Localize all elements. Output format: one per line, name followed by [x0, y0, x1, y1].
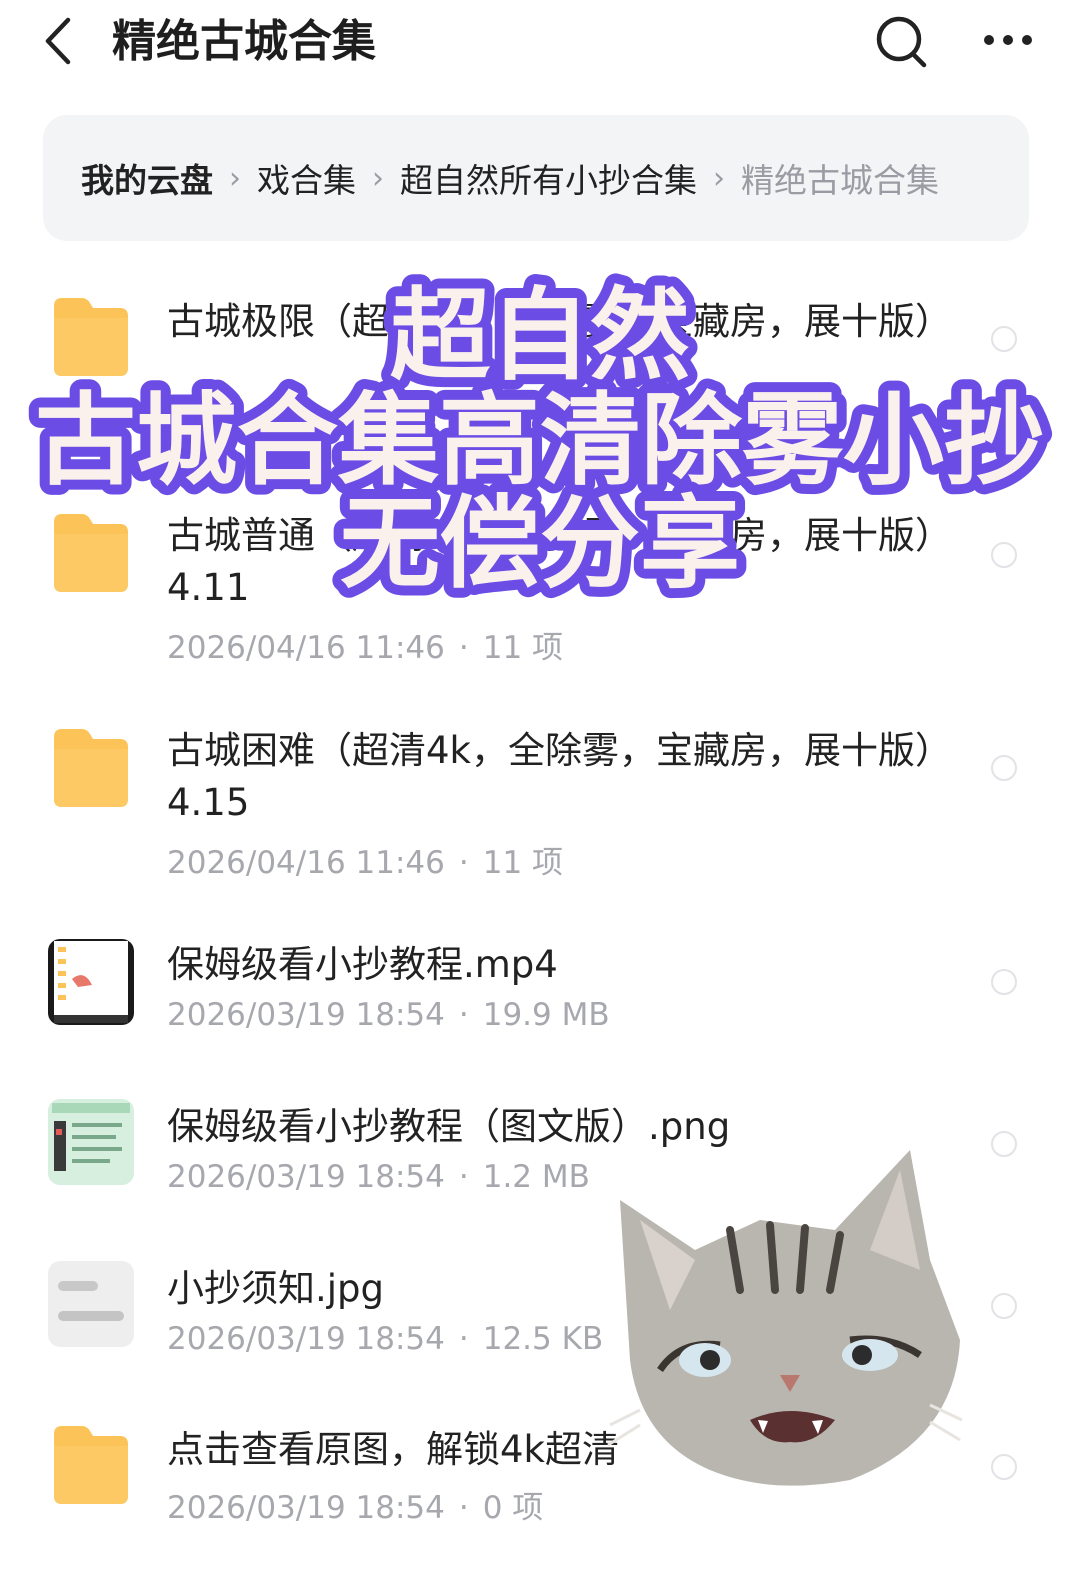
search-button[interactable]	[872, 14, 932, 70]
breadcrumb-item-games[interactable]: 戏合集	[257, 154, 356, 202]
breadcrumb-item-root[interactable]: 我的云盘	[81, 154, 213, 202]
file-size: 19.9 MB	[482, 997, 610, 1033]
folder-icon	[54, 1426, 128, 1504]
breadcrumb-separator: ›	[713, 160, 725, 196]
file-date: 2026/04/16 11:46	[167, 845, 445, 881]
image-thumbnail	[48, 1099, 134, 1185]
file-meta: 2026/03/19 18:54 · 1.2 MB	[167, 1159, 590, 1195]
select-radio[interactable]	[991, 969, 1017, 995]
image-thumbnail	[48, 1261, 134, 1347]
breadcrumb-separator: ›	[229, 160, 241, 196]
file-size: 1.2 MB	[482, 1159, 590, 1195]
breadcrumb: 我的云盘 › 戏合集 › 超自然所有小抄合集 › 精绝古城合集	[43, 115, 1029, 241]
select-radio[interactable]	[991, 755, 1017, 781]
chevron-left-icon	[45, 17, 71, 65]
select-radio[interactable]	[991, 1131, 1017, 1157]
file-meta: 2026/03/19 18:54 · 0 项	[167, 1490, 544, 1526]
promo-line-2: 古城合集高清除雾小抄	[35, 382, 1045, 499]
video-thumbnail	[48, 939, 134, 1025]
file-name: 古城困难（超清4k，全除雾，宝藏房，展十版）4.15	[167, 729, 934, 824]
file-date: 2026/03/19 18:54	[167, 1321, 445, 1357]
select-radio[interactable]	[991, 1293, 1017, 1319]
file-date: 2026/03/19 18:54	[167, 1490, 445, 1526]
promo-text-graphic: 超自然 古城合集高清除雾小抄 无偿分享	[25, 270, 1055, 600]
file-count: 0 项	[482, 1490, 544, 1526]
page-title: 精绝古城合集	[112, 16, 376, 67]
file-meta: 2026/04/16 11:46 · 11 项	[167, 845, 564, 881]
breadcrumb-item-current: 精绝古城合集	[741, 161, 939, 200]
file-row[interactable]: 古城困难（超清4k，全除雾，宝藏房，展十版）4.15 2026/04/16 11…	[0, 721, 1080, 911]
file-date: 2026/04/16 11:46	[167, 630, 445, 666]
promo-overlay: 超自然 古城合集高清除雾小抄 无偿分享	[0, 270, 1080, 600]
breadcrumb-item-supernatural[interactable]: 超自然所有小抄合集	[400, 154, 697, 202]
back-button[interactable]	[40, 14, 84, 70]
file-count: 11 项	[482, 630, 564, 666]
select-radio[interactable]	[991, 1454, 1017, 1480]
file-meta: 2026/03/19 18:54 · 19.9 MB	[167, 997, 610, 1033]
file-name: 保姆级看小抄教程.mp4	[167, 943, 558, 986]
search-icon	[876, 16, 927, 68]
cat-sticker-image	[607, 1150, 963, 1486]
file-meta: 2026/04/16 11:46 · 11 项	[167, 630, 564, 666]
file-count: 11 项	[482, 845, 564, 881]
file-row[interactable]: 保姆级看小抄教程.mp4 2026/03/19 18:54 · 19.9 MB	[0, 937, 1080, 1057]
promo-line-1: 超自然	[390, 277, 690, 394]
file-date: 2026/03/19 18:54	[167, 997, 445, 1033]
top-bar: 精绝古城合集	[0, 0, 1080, 90]
promo-line-3: 无偿分享	[340, 485, 740, 600]
more-button[interactable]	[980, 20, 1036, 60]
breadcrumb-separator: ›	[372, 160, 384, 196]
file-size: 12.5 KB	[482, 1321, 604, 1357]
file-meta: 2026/03/19 18:54 · 12.5 KB	[167, 1321, 604, 1357]
more-horizontal-icon	[984, 35, 1032, 45]
folder-icon	[54, 729, 128, 807]
file-date: 2026/03/19 18:54	[167, 1159, 445, 1195]
